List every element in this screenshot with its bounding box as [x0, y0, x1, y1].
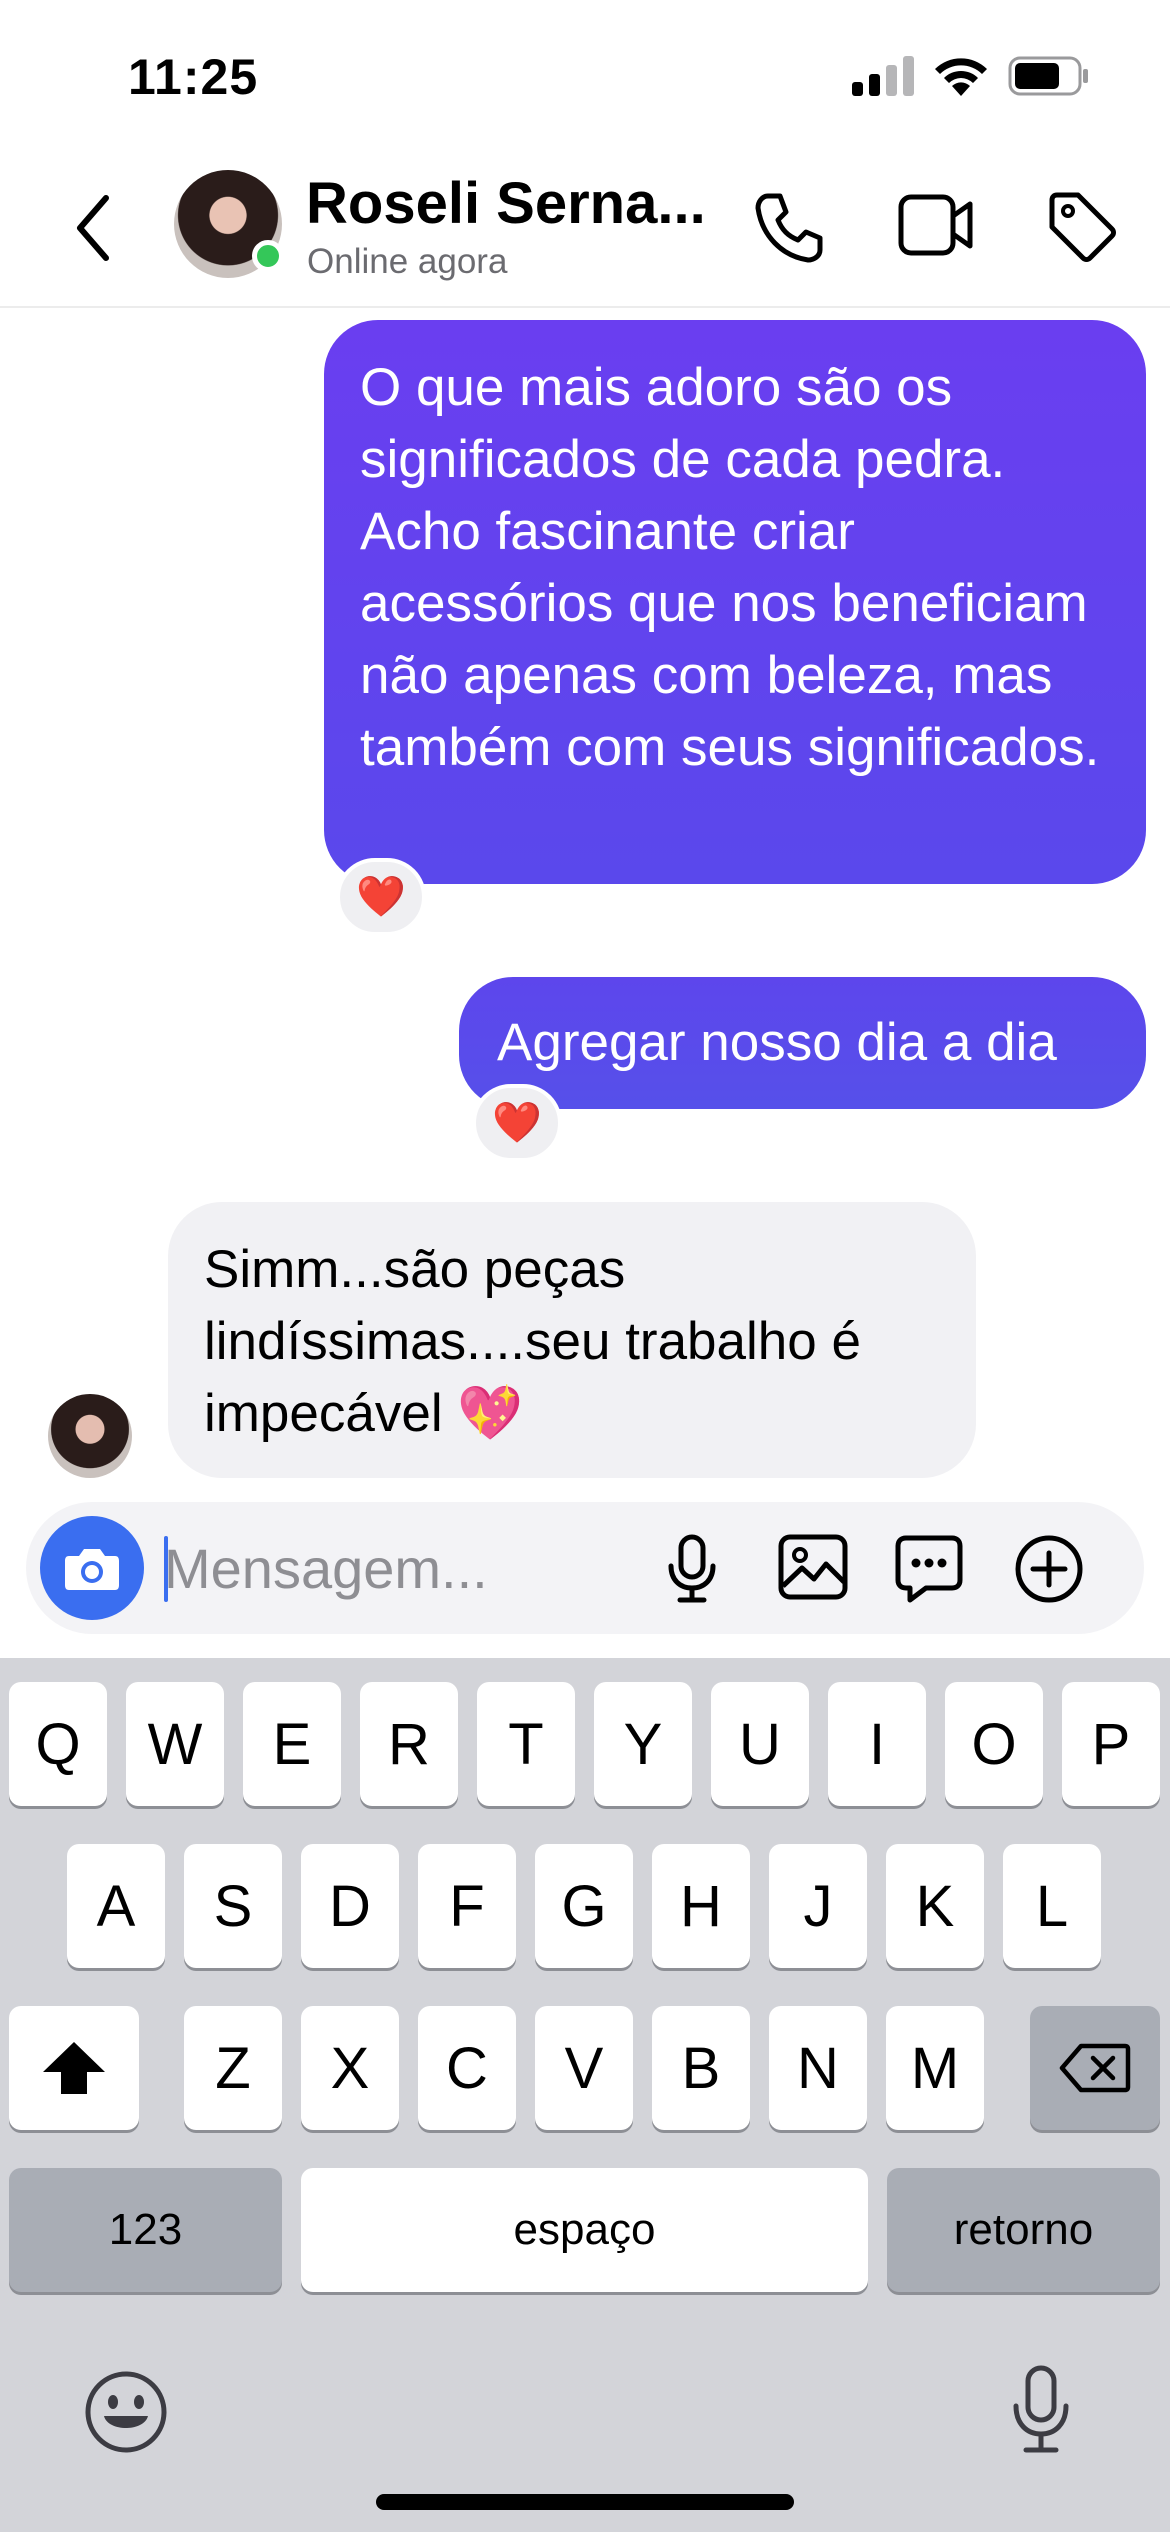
add-circle-icon[interactable] — [1014, 1534, 1084, 1604]
key-m[interactable]: M — [886, 2006, 984, 2130]
chat-bubble-icon[interactable] — [894, 1534, 964, 1604]
message-composer — [26, 1502, 1144, 1634]
back-chevron-icon[interactable] — [70, 190, 116, 266]
camera-button[interactable] — [40, 1516, 144, 1620]
camera-icon — [65, 1549, 119, 1590]
battery-icon — [1008, 56, 1088, 96]
key-f[interactable]: F — [418, 1844, 516, 1968]
cellular-signal-icon — [852, 56, 914, 96]
key-i[interactable]: I — [828, 1682, 926, 1806]
backspace-key[interactable] — [1030, 2006, 1160, 2130]
key-h[interactable]: H — [652, 1844, 750, 1968]
key-j[interactable]: J — [769, 1844, 867, 1968]
sender-avatar[interactable] — [48, 1394, 132, 1478]
message-text: Agregar nosso dia a dia — [497, 1013, 1057, 1072]
key-t[interactable]: T — [477, 1682, 575, 1806]
incoming-message-bubble[interactable]: Simm...são peças lindíssimas....seu trab… — [168, 1202, 976, 1478]
key-n[interactable]: N — [769, 2006, 867, 2130]
numbers-key[interactable]: 123 — [9, 2168, 282, 2292]
shift-key[interactable] — [9, 2006, 139, 2130]
keyboard: Q W E R T Y U I O P A S D F G H J K L Z … — [0, 1658, 1170, 2532]
key-e[interactable]: E — [243, 1682, 341, 1806]
contact-avatar[interactable] — [174, 170, 284, 278]
online-indicator — [252, 240, 284, 272]
microphone-icon[interactable] — [666, 1534, 718, 1604]
message-text: O que mais adoro são os significados de … — [360, 358, 1100, 777]
dictation-microphone-icon[interactable] — [1010, 2364, 1072, 2456]
key-s[interactable]: S — [184, 1844, 282, 1968]
message-input[interactable] — [164, 1524, 524, 1612]
key-v[interactable]: V — [535, 2006, 633, 2130]
status-bar: 11:25 — [0, 0, 1170, 150]
contact-status: Online agora — [307, 242, 508, 281]
backspace-icon — [1059, 2043, 1131, 2093]
key-p[interactable]: P — [1062, 1682, 1160, 1806]
status-time: 11:25 — [128, 49, 259, 105]
key-g[interactable]: G — [535, 1844, 633, 1968]
key-l[interactable]: L — [1003, 1844, 1101, 1968]
key-z[interactable]: Z — [184, 2006, 282, 2130]
video-call-icon[interactable] — [898, 194, 974, 256]
key-d[interactable]: D — [301, 1844, 399, 1968]
phone-icon[interactable] — [754, 192, 824, 264]
key-r[interactable]: R — [360, 1682, 458, 1806]
wifi-icon — [935, 58, 987, 96]
home-indicator[interactable] — [376, 2494, 794, 2510]
key-k[interactable]: K — [886, 1844, 984, 1968]
outgoing-message-bubble[interactable]: Agregar nosso dia a dia — [459, 977, 1146, 1109]
tag-icon[interactable] — [1046, 190, 1118, 262]
shift-arrow-icon — [43, 2042, 105, 2094]
key-y[interactable]: Y — [594, 1682, 692, 1806]
key-u[interactable]: U — [711, 1682, 809, 1806]
chat-header: Roseli Serna... Online agora — [0, 150, 1170, 308]
heart-reaction[interactable]: ❤️ — [472, 1084, 562, 1162]
key-w[interactable]: W — [126, 1682, 224, 1806]
space-key[interactable]: espaço — [301, 2168, 868, 2292]
key-x[interactable]: X — [301, 2006, 399, 2130]
emoji-icon[interactable] — [84, 2370, 168, 2454]
key-a[interactable]: A — [67, 1844, 165, 1968]
return-key[interactable]: retorno — [887, 2168, 1160, 2292]
message-text: Simm...são peças lindíssimas....seu trab… — [204, 1240, 861, 1443]
key-q[interactable]: Q — [9, 1682, 107, 1806]
image-icon[interactable] — [778, 1534, 848, 1600]
key-o[interactable]: O — [945, 1682, 1043, 1806]
heart-reaction[interactable]: ❤️ — [336, 858, 426, 936]
outgoing-message-bubble[interactable]: O que mais adoro são os significados de … — [324, 320, 1146, 884]
key-c[interactable]: C — [418, 2006, 516, 2130]
key-b[interactable]: B — [652, 2006, 750, 2130]
contact-name[interactable]: Roseli Serna... — [306, 170, 726, 237]
